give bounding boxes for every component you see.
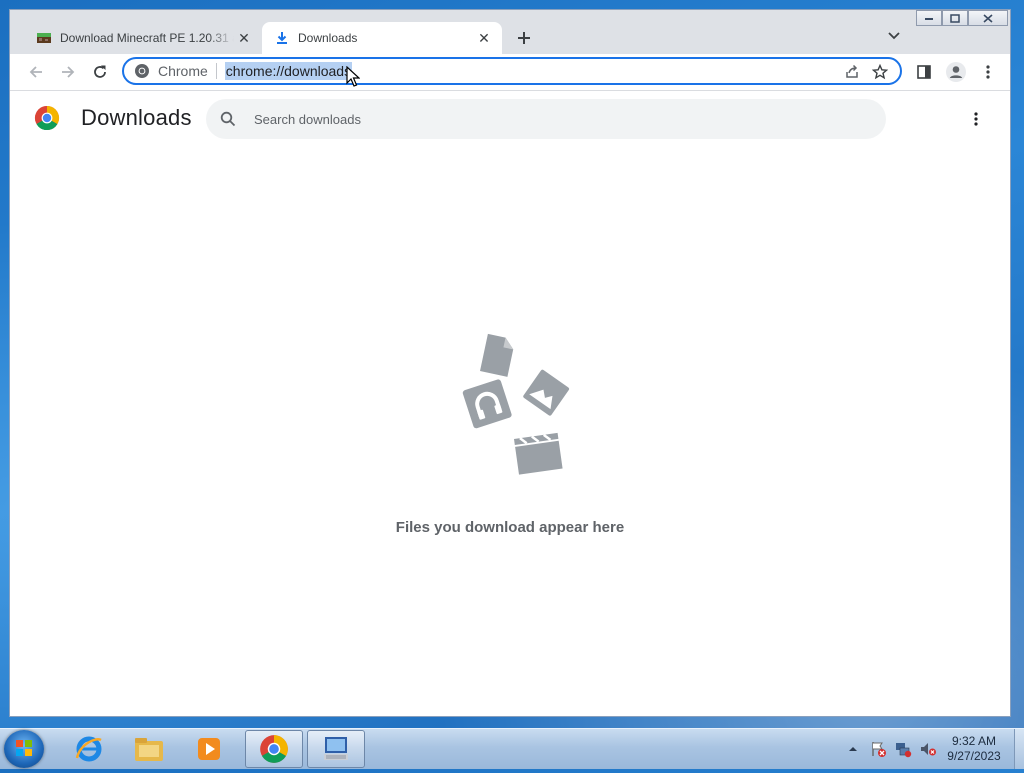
taskbar-remote-desktop[interactable] <box>307 730 365 768</box>
clock-date: 9/27/2023 <box>947 749 1001 763</box>
search-box[interactable] <box>206 99 886 139</box>
minimize-button[interactable] <box>916 10 942 26</box>
restore-button[interactable] <box>942 10 968 26</box>
side-panel-button[interactable] <box>910 58 938 86</box>
clock[interactable]: 9:32 AM 9/27/2023 <box>936 734 1012 764</box>
chevron-down-icon <box>888 32 900 40</box>
avatar-icon <box>946 62 966 82</box>
tab-title: Downloads <box>298 31 358 45</box>
mouse-cursor-icon <box>346 66 360 87</box>
clock-time: 9:32 AM <box>951 734 997 748</box>
close-tab-icon[interactable]: ✕ <box>234 28 254 48</box>
close-tab-icon[interactable]: ✕ <box>474 28 494 48</box>
tab-strip: Download Minecraft PE 1.20.31 a ✕ Downlo… <box>10 10 1010 54</box>
tab-title: Download Minecraft PE 1.20.31 a <box>60 31 234 45</box>
arrow-left-icon <box>29 66 42 78</box>
chrome-menu-button[interactable] <box>974 58 1002 86</box>
empty-downloads-illustration <box>462 333 570 475</box>
bookmark-button[interactable] <box>866 61 894 83</box>
restore-icon <box>950 13 960 23</box>
chrome-window: Download Minecraft PE 1.20.31 a ✕ Downlo… <box>9 9 1011 717</box>
search-input[interactable] <box>252 110 856 128</box>
search-icon <box>220 110 238 128</box>
close-icon <box>983 13 993 23</box>
chevron-up-icon <box>849 747 857 751</box>
url-text[interactable]: chrome://downloads <box>224 62 353 80</box>
toolbar: Chrome chrome://downloads <box>10 54 1010 91</box>
back-button[interactable] <box>22 58 50 86</box>
star-icon <box>872 64 888 80</box>
chrome-icon <box>134 63 150 79</box>
media-player-icon <box>198 738 220 760</box>
taskbar-chrome[interactable] <box>245 730 303 768</box>
taskbar-internet-explorer[interactable] <box>60 730 118 768</box>
taskbar: 9:32 AM 9/27/2023 <box>0 728 1024 769</box>
site-chip-label: Chrome <box>158 63 217 79</box>
forward-button[interactable] <box>54 58 82 86</box>
image-icon <box>523 369 570 416</box>
action-center-icon[interactable] <box>867 738 889 760</box>
show-hidden-icons-button[interactable] <box>842 738 864 760</box>
network-icon[interactable] <box>892 738 914 760</box>
tab-search-button[interactable] <box>882 24 906 48</box>
chrome-logo <box>34 105 60 131</box>
reload-icon <box>94 65 106 78</box>
system-tray <box>842 729 942 769</box>
tab-downloads[interactable]: Downloads ✕ <box>262 22 502 54</box>
minecraft-icon <box>36 30 52 46</box>
windows-logo-icon <box>16 740 32 756</box>
plus-icon <box>518 32 530 44</box>
video-icon <box>514 432 563 475</box>
start-button[interactable] <box>4 730 44 768</box>
close-window-button[interactable] <box>968 10 1008 26</box>
share-icon <box>846 64 858 78</box>
internet-explorer-icon <box>75 736 102 762</box>
chrome-icon <box>260 735 288 763</box>
download-icon <box>274 30 290 46</box>
more-vert-icon <box>986 65 990 79</box>
window-controls <box>916 10 1008 28</box>
remote-desktop-icon <box>324 737 348 760</box>
more-vert-icon <box>974 112 978 126</box>
tab-minecraft[interactable]: Download Minecraft PE 1.20.31 a ✕ <box>26 22 262 54</box>
downloads-header: Downloads <box>10 91 1010 147</box>
windows-explorer-icon <box>135 738 163 761</box>
side-panel-icon <box>917 65 931 79</box>
document-icon <box>480 333 514 377</box>
address-bar[interactable]: Chrome chrome://downloads <box>122 57 902 85</box>
page-title: Downloads <box>81 105 192 130</box>
downloads-page: Downloads Search downloads Files you dow… <box>10 91 1010 716</box>
profile-button[interactable] <box>942 58 970 86</box>
minimize-icon <box>925 18 933 20</box>
reload-button[interactable] <box>86 58 114 86</box>
share-button[interactable] <box>838 61 866 83</box>
new-tab-button[interactable] <box>510 24 538 52</box>
audio-icon <box>462 379 512 429</box>
taskbar-explorer[interactable] <box>120 730 178 768</box>
downloads-menu-button[interactable] <box>962 105 990 133</box>
show-desktop-button[interactable] <box>1014 729 1024 769</box>
empty-state-message: Files you download appear here <box>395 519 625 536</box>
arrow-right-icon <box>62 66 75 78</box>
taskbar-media-player[interactable] <box>180 730 238 768</box>
